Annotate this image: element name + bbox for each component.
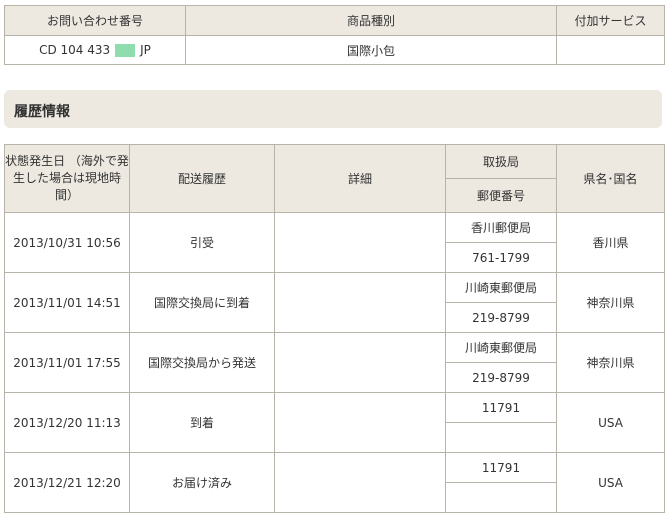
header-tracking-number: お問い合わせ番号 (4, 5, 186, 36)
tracking-number-suffix: JP (140, 43, 151, 57)
header-status-date: 状態発生日 （海外で発生した場合は現地時間） (4, 144, 130, 213)
header-delivery-history: 配送履歴 (129, 144, 275, 213)
row-postal (445, 422, 557, 453)
tracking-number-cell: CD 104 433 JP (4, 35, 186, 65)
masked-digits (115, 43, 136, 57)
row-office: 11791 (445, 452, 557, 483)
row-office: 11791 (445, 392, 557, 423)
row-date: 2013/12/21 12:20 (4, 452, 130, 513)
row-date: 2013/11/01 17:55 (4, 332, 130, 393)
header-details: 詳細 (274, 144, 446, 213)
row-region: 香川県 (556, 212, 665, 273)
row-detail (274, 392, 446, 453)
row-date: 2013/10/31 10:56 (4, 212, 130, 273)
row-postal (445, 482, 557, 513)
row-detail (274, 272, 446, 333)
row-detail (274, 452, 446, 513)
row-region: USA (556, 452, 665, 513)
history-section-header: 履歴情報 (4, 90, 662, 128)
row-date: 2013/11/01 14:51 (4, 272, 130, 333)
row-detail (274, 212, 446, 273)
product-type-cell: 国際小包 (185, 35, 557, 65)
header-region: 県名･国名 (556, 144, 665, 213)
row-region: 神奈川県 (556, 272, 665, 333)
summary-table: お問い合わせ番号 商品種別 付加サービス CD 104 433 JP 国際小包 (4, 5, 665, 65)
row-event: 到着 (129, 392, 275, 453)
row-region: 神奈川県 (556, 332, 665, 393)
row-event: 国際交換局に到着 (129, 272, 275, 333)
tracking-number-prefix: CD 104 433 (39, 43, 111, 57)
row-event: 国際交換局から発送 (129, 332, 275, 393)
row-event: 引受 (129, 212, 275, 273)
header-additional-service: 付加サービス (556, 5, 665, 36)
row-region: USA (556, 392, 665, 453)
history-table: 状態発生日 （海外で発生した場合は現地時間） 配送履歴 詳細 取扱局 県名･国名… (4, 144, 665, 513)
row-office: 香川郵便局 (445, 212, 557, 243)
row-event: お届け済み (129, 452, 275, 513)
additional-service-cell (556, 35, 665, 65)
row-postal: 219-8799 (445, 302, 557, 333)
row-postal: 761-1799 (445, 242, 557, 273)
header-office: 取扱局 (445, 144, 557, 179)
row-office: 川崎東郵便局 (445, 332, 557, 363)
row-office: 川崎東郵便局 (445, 272, 557, 303)
header-product-type: 商品種別 (185, 5, 557, 36)
header-postal-code: 郵便番号 (445, 178, 557, 213)
row-date: 2013/12/20 11:13 (4, 392, 130, 453)
section-title: 履歴情報 (14, 104, 70, 120)
row-postal: 219-8799 (445, 362, 557, 393)
row-detail (274, 332, 446, 393)
